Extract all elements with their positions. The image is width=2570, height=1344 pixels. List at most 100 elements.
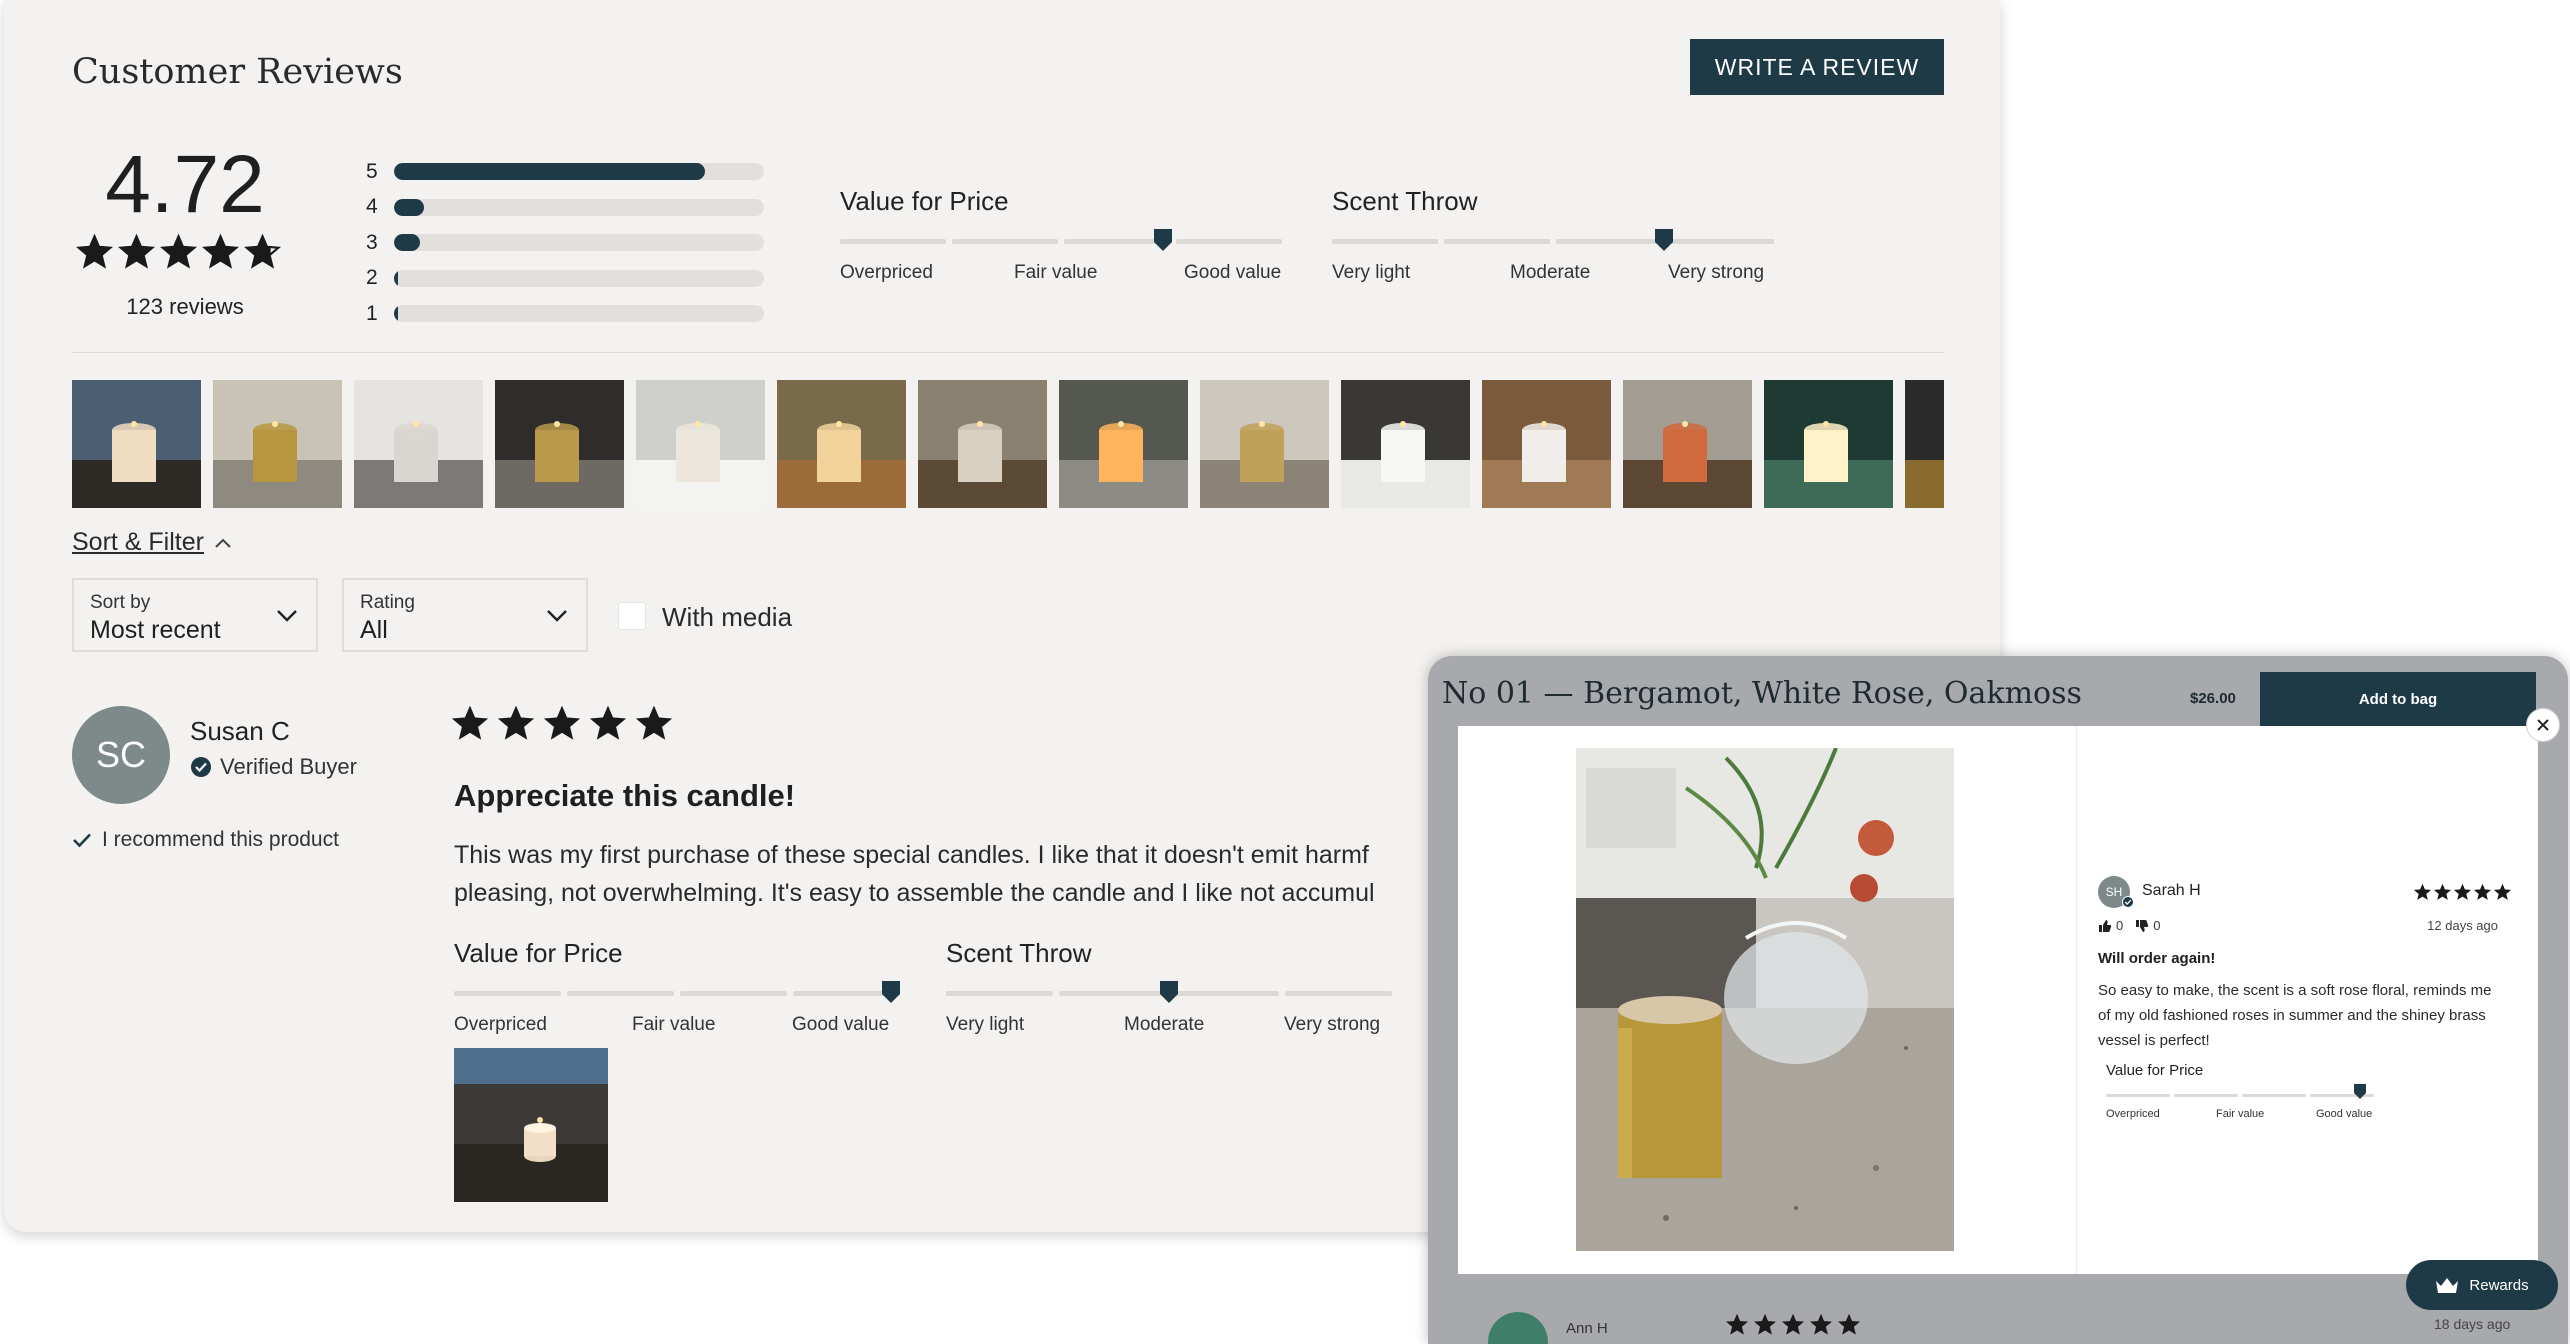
review-thumbnail[interactable] [495,380,624,508]
review-thumbnail[interactable] [72,380,201,508]
close-icon [2537,719,2549,731]
review-thumbnail[interactable] [354,380,483,508]
histogram-row[interactable]: 2 [366,261,764,297]
histogram-row[interactable]: 1 [366,296,764,332]
review-thumbnail[interactable] [1200,380,1329,508]
review-thumbnail[interactable] [1623,380,1752,508]
star-icon [544,706,580,742]
review-thumbnail[interactable] [777,380,906,508]
review-thumbnail[interactable] [213,380,342,508]
sort-dropdown[interactable]: Sort by Most recent [72,578,318,652]
scent-throw-labels: Very light Moderate Very strong [1332,262,1776,286]
helpful-votes: 0 0 [2098,918,2160,933]
thumbs-down-icon[interactable] [2135,919,2149,933]
review-scent-throw-title: Scent Throw [946,938,1092,968]
thumbs-up-icon[interactable] [2098,919,2112,933]
slider-segment [567,991,674,996]
modal-card: SH Sarah H 0 0 12 days ago Will order ag… [1458,726,2538,1274]
histogram-label: 5 [366,159,378,183]
rating-dropdown-value: All [360,616,388,644]
histogram-track [394,163,764,181]
add-to-bag-button[interactable]: Add to bag [2260,672,2536,726]
rewards-button[interactable]: Rewards [2406,1260,2558,1310]
value-for-price-track [840,229,1284,251]
slider-segment [1332,239,1438,244]
star-icon [636,706,672,742]
divider [72,352,1944,353]
star-icon [1782,1314,1804,1336]
sort-filter-toggle[interactable]: Sort & Filter [72,528,232,557]
sort-dropdown-label: Sort by [90,592,151,613]
next-review-date: 18 days ago [2434,1316,2511,1332]
star-icon [452,706,488,742]
review-body-line: This was my first purchase of these spec… [454,841,1369,869]
slider-segment [1285,991,1392,996]
helpful-no-count: 0 [2153,918,2161,933]
slider-label: Good value [2316,1108,2373,1120]
average-stars [76,234,281,271]
star-icon [590,706,626,742]
slider-label: Fair value [2216,1108,2265,1120]
review-scent-throw-track [946,981,1396,1003]
rating-dropdown[interactable]: Rating All [342,578,588,652]
histogram-bar [394,198,424,216]
review-count: 123 reviews [126,294,244,319]
with-media-checkbox[interactable] [618,602,646,630]
review-value-for-price-title: Value for Price [454,938,623,968]
star-icon [118,234,155,271]
crown-icon [2436,1278,2459,1293]
slider-marker-icon [882,981,901,1003]
review-thumbnail[interactable] [1482,380,1611,508]
review-thumbnail[interactable] [636,380,765,508]
with-media-label: With media [662,602,793,632]
star-icon [244,234,281,271]
slider-label: Very strong [1668,262,1765,283]
review-thumbnail[interactable] [1059,380,1188,508]
scent-throw-track [1332,229,1776,251]
slider-label: Good value [792,1014,890,1035]
histogram-row[interactable]: 5 [366,154,764,190]
review-thumbnail[interactable] [1905,380,1944,508]
histogram-label: 4 [366,195,378,219]
recommend-label: I recommend this product [102,828,339,851]
modal-value-for-price-track [2106,1094,2374,1097]
chevron-down-icon [277,610,297,622]
star-icon [1754,1314,1776,1336]
review-photo-strip [72,380,1944,508]
slider-label: Overpriced [454,1014,547,1035]
write-review-button[interactable]: WRITE A REVIEW [1690,39,1944,95]
rating-dropdown-label: Rating [360,592,415,613]
slider-segment [952,239,1058,244]
modal-review-photo[interactable] [1576,748,1954,1251]
histogram-row[interactable]: 3 [366,225,764,261]
verified-buyer: Verified Buyer [190,754,357,780]
slider-label: Fair value [632,1014,716,1035]
slider-segment [1556,239,1662,244]
product-title: No 01 — Bergamot, White Rose, Oakmoss [1442,676,2082,711]
close-button[interactable] [2526,708,2560,742]
review-body-line: pleasing, not overwhelming. It's easy to… [454,879,1375,907]
review-value-for-price-labels: Overpriced Fair value Good value [454,1014,904,1038]
histogram-bar [394,305,398,323]
next-review-stars [1726,1314,1860,1336]
modal-review-date: 12 days ago [2427,918,2498,933]
slider-label: Moderate [1124,1014,1205,1035]
review-stars [452,706,672,742]
star-icon [76,234,113,271]
review-thumbnail[interactable] [1341,380,1470,508]
histogram-row[interactable]: 4 [366,190,764,226]
star-icon [2414,884,2431,901]
sort-dropdown-value: Most recent [90,616,221,644]
review-scent-throw-labels: Very light Moderate Very strong [946,1014,1396,1038]
review-thumbnail[interactable] [1764,380,1893,508]
modal-divider [2076,726,2077,1274]
review-thumbnail[interactable] [918,380,1047,508]
verified-buyer-label: Verified Buyer [220,754,357,779]
histogram-label: 3 [366,230,378,254]
slider-segment [2174,1094,2238,1097]
star-icon [1726,1314,1748,1336]
rewards-label: Rewards [2469,1276,2529,1294]
recommend-note: I recommend this product [72,828,339,852]
histogram-bar [394,269,398,287]
review-photo[interactable] [454,1048,608,1202]
